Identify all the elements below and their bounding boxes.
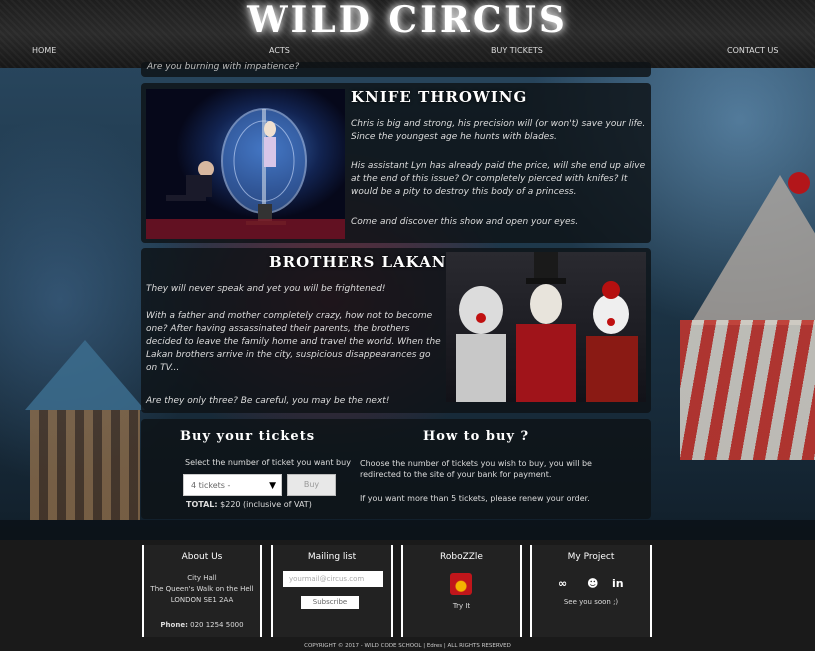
subscribe-button[interactable]: Subscribe <box>301 596 359 609</box>
project-text: See you soon ;) <box>563 598 619 606</box>
robozzle-title: RoboZZle <box>440 552 483 562</box>
about-line-1: City Hall <box>187 574 217 582</box>
previous-act-text: Are you burning with impatience? <box>147 62 300 72</box>
act-text-knife-2: His assistant Lyn has already paid the p… <box>351 161 646 197</box>
footer-robozzle: RoboZZle Try It <box>401 545 522 637</box>
act-text-knife-1: Chris is big and strong, his precision w… <box>351 119 646 142</box>
circus-tent-right-body <box>680 320 815 460</box>
about-title: About Us <box>181 552 223 562</box>
how-to-buy-title: How to buy ? <box>423 429 530 444</box>
phone-label: Phone: <box>160 621 188 629</box>
site-header: WILD CIRCUS HOME ACTS BUY TICKETS CONTAC… <box>0 0 815 68</box>
act-title-lakan: BROTHERS LAKAN <box>269 253 447 271</box>
act-text-lakan-1: They will never speak and yet you will b… <box>146 284 386 294</box>
act-title-knife: KNIFE THROWING <box>351 88 528 106</box>
github-icon[interactable]: ☻ <box>587 577 598 590</box>
nav-buy-tickets[interactable]: BUY TICKETS <box>491 46 543 55</box>
act-text-knife-3: Come and discover this show and open you… <box>351 217 579 227</box>
project-title: My Project <box>567 552 615 562</box>
how-to-buy-text-1: Choose the number of tickets you wish to… <box>360 459 592 479</box>
phone-number: 020 1254 5000 <box>190 621 244 629</box>
act-text-lakan-3: Are they only three? Be careful, you may… <box>146 396 390 406</box>
carousel-body <box>30 410 140 520</box>
previous-act-panel: Are you burning with impatience? <box>141 62 651 77</box>
ticket-instruction: Select the number of ticket you want buy <box>185 458 351 467</box>
nav-home[interactable]: HOME <box>32 46 56 55</box>
buy-button[interactable]: Buy <box>287 474 336 496</box>
about-line-3: LONDON SE1 2AA <box>170 596 234 604</box>
buy-tickets-title: Buy your tickets <box>180 429 316 444</box>
clowns-photo <box>446 252 646 402</box>
mailing-title: Mailing list <box>307 552 357 562</box>
codepen-icon[interactable]: ∞ <box>558 577 567 590</box>
linkedin-icon[interactable]: in <box>612 577 624 590</box>
total-label: TOTAL: <box>186 500 218 509</box>
ticket-total: TOTAL: $220 (inclusive of VAT) <box>186 500 312 509</box>
circus-tent-right <box>690 175 815 325</box>
act-text-lakan-2: With a father and mother completely craz… <box>146 311 441 373</box>
about-line-2: The Queen's Walk on the Hell <box>150 585 254 593</box>
robozzle-link[interactable]: Try It <box>403 601 520 612</box>
ticket-quantity-value: 4 tickets - <box>191 481 231 490</box>
nav-acts[interactable]: ACTS <box>269 46 290 55</box>
footer-about: About Us City Hall The Queen's Walk on t… <box>142 545 262 637</box>
ticket-quantity-select[interactable]: 4 tickets - ▼ <box>183 474 282 496</box>
about-phone: Phone: 020 1254 5000 <box>144 620 260 631</box>
footer-project: My Project ∞ ☻ in See you soon ;) <box>530 545 652 637</box>
how-to-buy-text-2: If you want more than 5 tickets, please … <box>360 494 590 503</box>
tent-ball <box>788 172 810 194</box>
total-value: $220 (inclusive of VAT) <box>220 500 312 509</box>
site-logo[interactable]: WILD CIRCUS <box>0 0 815 40</box>
knife-throwing-photo <box>146 89 345 239</box>
robozzle-icon[interactable] <box>450 573 472 595</box>
copyright: COPYRIGHT © 2017 - WILD CODE SCHOOL | Ed… <box>304 643 511 649</box>
chevron-down-icon: ▼ <box>269 481 276 491</box>
footer-mailing: Mailing list yourmail@circus.com Subscri… <box>271 545 393 637</box>
nav-contact-us[interactable]: CONTACT US <box>727 46 778 55</box>
email-field[interactable]: yourmail@circus.com <box>283 571 383 587</box>
carousel-roof <box>25 340 145 410</box>
